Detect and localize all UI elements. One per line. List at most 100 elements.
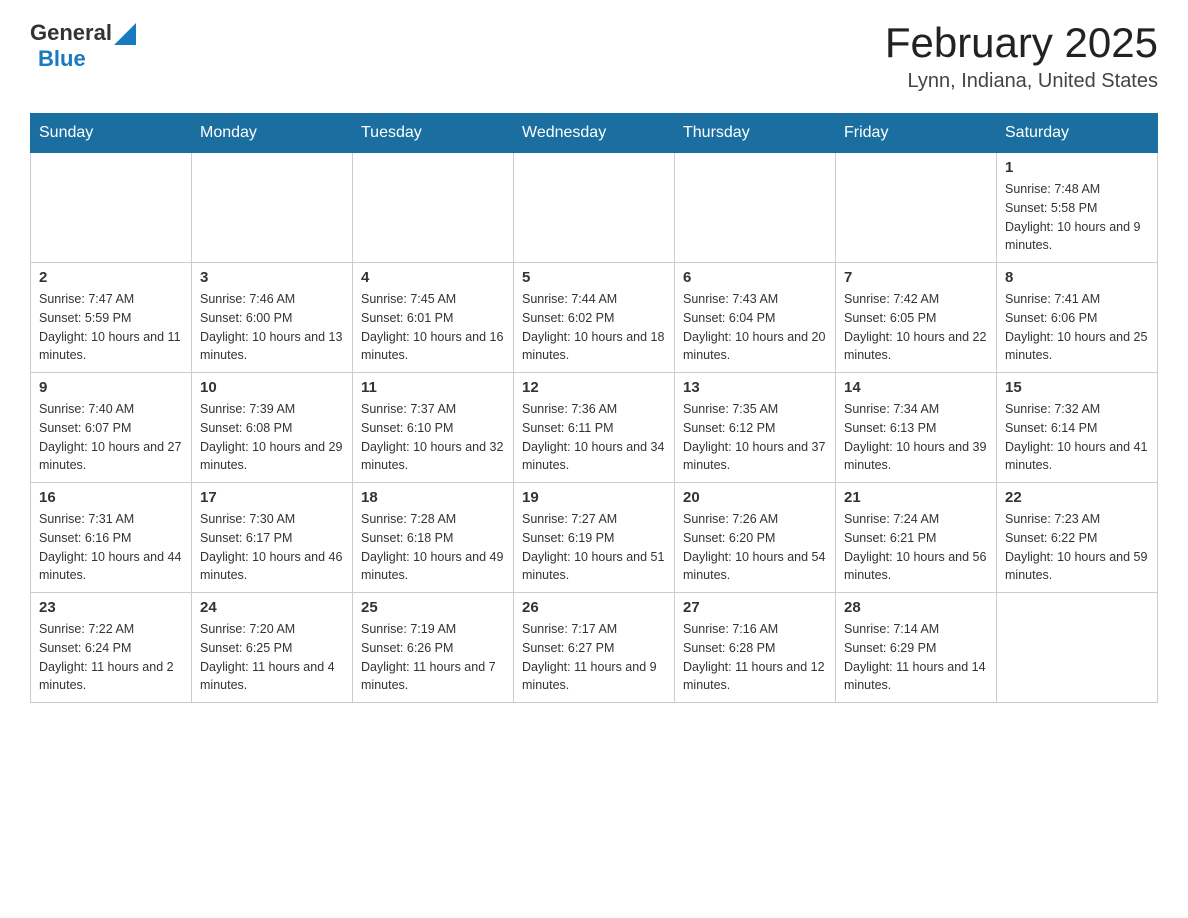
day-info: Sunrise: 7:32 AMSunset: 6:14 PMDaylight:… [1005, 400, 1149, 475]
day-info: Sunrise: 7:17 AMSunset: 6:27 PMDaylight:… [522, 620, 666, 695]
day-number: 24 [200, 599, 344, 616]
day-number: 11 [361, 379, 505, 396]
calendar-cell: 28 Sunrise: 7:14 AMSunset: 6:29 PMDayligh… [836, 593, 997, 703]
day-info: Sunrise: 7:39 AMSunset: 6:08 PMDaylight:… [200, 400, 344, 475]
day-number: 5 [522, 269, 666, 286]
logo: General Blue [30, 20, 136, 72]
day-of-week-header: Saturday [997, 114, 1158, 153]
calendar-cell: 3 Sunrise: 7:46 AMSunset: 6:00 PMDaylight… [192, 263, 353, 373]
calendar-cell: 13 Sunrise: 7:35 AMSunset: 6:12 PMDayligh… [675, 373, 836, 483]
calendar-cell [31, 153, 192, 263]
day-number: 15 [1005, 379, 1149, 396]
day-number: 12 [522, 379, 666, 396]
calendar-cell [997, 593, 1158, 703]
day-info: Sunrise: 7:19 AMSunset: 6:26 PMDaylight:… [361, 620, 505, 695]
day-number: 13 [683, 379, 827, 396]
calendar-cell: 10 Sunrise: 7:39 AMSunset: 6:08 PMDayligh… [192, 373, 353, 483]
day-info: Sunrise: 7:27 AMSunset: 6:19 PMDaylight:… [522, 510, 666, 585]
day-number: 2 [39, 269, 183, 286]
day-info: Sunrise: 7:28 AMSunset: 6:18 PMDaylight:… [361, 510, 505, 585]
day-number: 28 [844, 599, 988, 616]
day-info: Sunrise: 7:36 AMSunset: 6:11 PMDaylight:… [522, 400, 666, 475]
page-header: General Blue February 2025 Lynn, Indiana… [30, 20, 1158, 93]
day-info: Sunrise: 7:35 AMSunset: 6:12 PMDaylight:… [683, 400, 827, 475]
calendar-table: SundayMondayTuesdayWednesdayThursdayFrid… [30, 113, 1158, 703]
calendar-cell: 2 Sunrise: 7:47 AMSunset: 5:59 PMDaylight… [31, 263, 192, 373]
day-info: Sunrise: 7:40 AMSunset: 6:07 PMDaylight:… [39, 400, 183, 475]
day-number: 21 [844, 489, 988, 506]
day-number: 9 [39, 379, 183, 396]
calendar-cell: 27Sunrise: 7:16 AMSunset: 6:28 PMDayligh… [675, 593, 836, 703]
location-title: Lynn, Indiana, United States [885, 70, 1158, 93]
day-info: Sunrise: 7:41 AMSunset: 6:06 PMDaylight:… [1005, 290, 1149, 365]
calendar-cell: 23 Sunrise: 7:22 AMSunset: 6:24 PMDayligh… [31, 593, 192, 703]
day-of-week-header: Wednesday [514, 114, 675, 153]
calendar-cell: 20Sunrise: 7:26 AMSunset: 6:20 PMDayligh… [675, 483, 836, 593]
day-info: Sunrise: 7:37 AMSunset: 6:10 PMDaylight:… [361, 400, 505, 475]
calendar-cell: 26 Sunrise: 7:17 AMSunset: 6:27 PMDayligh… [514, 593, 675, 703]
day-info: Sunrise: 7:47 AMSunset: 5:59 PMDaylight:… [39, 290, 183, 365]
calendar-week-row: 16Sunrise: 7:31 AMSunset: 6:16 PMDayligh… [31, 483, 1158, 593]
day-info: Sunrise: 7:44 AMSunset: 6:02 PMDaylight:… [522, 290, 666, 365]
day-info: Sunrise: 7:23 AMSunset: 6:22 PMDaylight:… [1005, 510, 1149, 585]
day-info: Sunrise: 7:46 AMSunset: 6:00 PMDaylight:… [200, 290, 344, 365]
calendar-cell [514, 153, 675, 263]
day-of-week-header: Sunday [31, 114, 192, 153]
calendar-week-row: 2 Sunrise: 7:47 AMSunset: 5:59 PMDaylight… [31, 263, 1158, 373]
day-number: 23 [39, 599, 183, 616]
day-number: 18 [361, 489, 505, 506]
calendar-cell [353, 153, 514, 263]
calendar-week-row: 9 Sunrise: 7:40 AMSunset: 6:07 PMDaylight… [31, 373, 1158, 483]
day-number: 8 [1005, 269, 1149, 286]
day-number: 19 [522, 489, 666, 506]
calendar-cell: 17 Sunrise: 7:30 AMSunset: 6:17 PMDayligh… [192, 483, 353, 593]
day-info: Sunrise: 7:48 AMSunset: 5:58 PMDaylight:… [1005, 180, 1149, 255]
calendar-cell: 16Sunrise: 7:31 AMSunset: 6:16 PMDayligh… [31, 483, 192, 593]
day-number: 6 [683, 269, 827, 286]
day-info: Sunrise: 7:43 AMSunset: 6:04 PMDaylight:… [683, 290, 827, 365]
title-block: February 2025 Lynn, Indiana, United Stat… [885, 20, 1158, 93]
day-info: Sunrise: 7:45 AMSunset: 6:01 PMDaylight:… [361, 290, 505, 365]
day-number: 17 [200, 489, 344, 506]
calendar-cell: 8 Sunrise: 7:41 AMSunset: 6:06 PMDaylight… [997, 263, 1158, 373]
logo-general-text: General [30, 20, 112, 46]
calendar-cell: 12 Sunrise: 7:36 AMSunset: 6:11 PMDayligh… [514, 373, 675, 483]
day-number: 22 [1005, 489, 1149, 506]
day-info: Sunrise: 7:14 AMSunset: 6:29 PMDaylight:… [844, 620, 988, 695]
day-number: 3 [200, 269, 344, 286]
calendar-cell: 14 Sunrise: 7:34 AMSunset: 6:13 PMDayligh… [836, 373, 997, 483]
day-info: Sunrise: 7:30 AMSunset: 6:17 PMDaylight:… [200, 510, 344, 585]
day-info: Sunrise: 7:16 AMSunset: 6:28 PMDaylight:… [683, 620, 827, 695]
day-number: 7 [844, 269, 988, 286]
calendar-cell: 4Sunrise: 7:45 AMSunset: 6:01 PMDaylight… [353, 263, 514, 373]
day-info: Sunrise: 7:34 AMSunset: 6:13 PMDaylight:… [844, 400, 988, 475]
day-of-week-header: Thursday [675, 114, 836, 153]
day-of-week-header: Tuesday [353, 114, 514, 153]
calendar-cell [836, 153, 997, 263]
calendar-cell [192, 153, 353, 263]
day-number: 16 [39, 489, 183, 506]
calendar-cell: 22 Sunrise: 7:23 AMSunset: 6:22 PMDayligh… [997, 483, 1158, 593]
calendar-cell: 21Sunrise: 7:24 AMSunset: 6:21 PMDayligh… [836, 483, 997, 593]
calendar-cell: 25 Sunrise: 7:19 AMSunset: 6:26 PMDayligh… [353, 593, 514, 703]
logo-triangle-icon [114, 23, 136, 45]
day-info: Sunrise: 7:22 AMSunset: 6:24 PMDaylight:… [39, 620, 183, 695]
day-of-week-header: Friday [836, 114, 997, 153]
day-number: 14 [844, 379, 988, 396]
calendar-cell: 9 Sunrise: 7:40 AMSunset: 6:07 PMDaylight… [31, 373, 192, 483]
calendar-week-row: 1Sunrise: 7:48 AMSunset: 5:58 PMDaylight… [31, 153, 1158, 263]
calendar-cell: 1Sunrise: 7:48 AMSunset: 5:58 PMDaylight… [997, 153, 1158, 263]
day-info: Sunrise: 7:42 AMSunset: 6:05 PMDaylight:… [844, 290, 988, 365]
day-number: 25 [361, 599, 505, 616]
calendar-cell: 7 Sunrise: 7:42 AMSunset: 6:05 PMDaylight… [836, 263, 997, 373]
day-number: 10 [200, 379, 344, 396]
month-title: February 2025 [885, 20, 1158, 66]
day-number: 26 [522, 599, 666, 616]
calendar-cell: 5 Sunrise: 7:44 AMSunset: 6:02 PMDaylight… [514, 263, 675, 373]
calendar-cell: 15 Sunrise: 7:32 AMSunset: 6:14 PMDayligh… [997, 373, 1158, 483]
day-of-week-header: Monday [192, 114, 353, 153]
calendar-week-row: 23 Sunrise: 7:22 AMSunset: 6:24 PMDayligh… [31, 593, 1158, 703]
day-info: Sunrise: 7:20 AMSunset: 6:25 PMDaylight:… [200, 620, 344, 695]
day-number: 20 [683, 489, 827, 506]
calendar-header-row: SundayMondayTuesdayWednesdayThursdayFrid… [31, 114, 1158, 153]
